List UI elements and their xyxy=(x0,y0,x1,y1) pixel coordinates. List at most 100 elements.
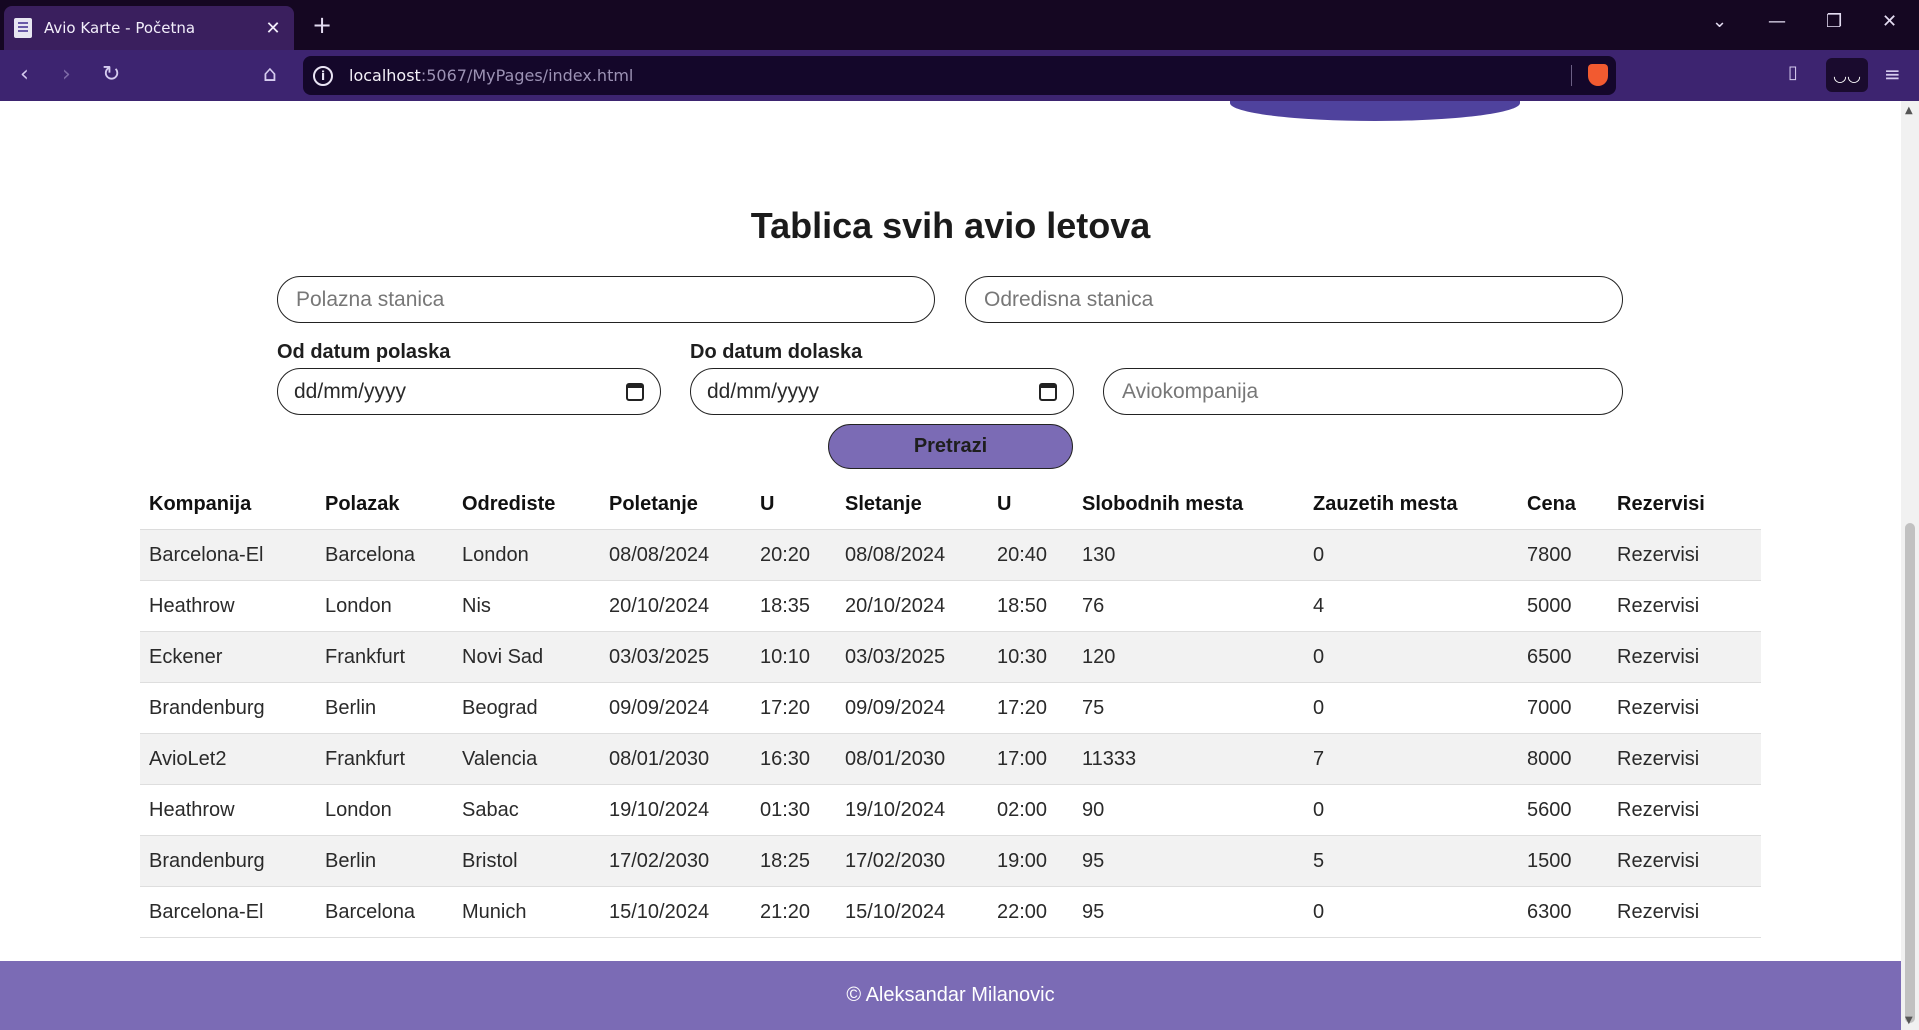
table-cell: Munich xyxy=(453,886,600,938)
table-cell: 90 xyxy=(1073,784,1304,836)
reserve-link[interactable]: Rezervisi xyxy=(1608,835,1761,887)
table-cell: 17/02/2030 xyxy=(836,835,988,887)
tab-title: Avio Karte - Početna xyxy=(44,19,196,37)
from-date-input[interactable]: dd/mm/yyyy xyxy=(277,368,661,415)
reserve-link[interactable]: Rezervisi xyxy=(1608,529,1761,581)
table-cell: Novi Sad xyxy=(453,631,600,683)
flights-table: Kompanija Polazak Odrediste Poletanje U … xyxy=(140,479,1761,938)
reserve-link[interactable]: Rezervisi xyxy=(1608,886,1761,938)
table-cell: 02:00 xyxy=(988,784,1073,836)
table-cell: London xyxy=(316,580,453,632)
calendar-icon[interactable] xyxy=(1039,382,1057,401)
close-icon[interactable]: ✕ xyxy=(1882,11,1897,32)
new-tab-button[interactable]: + xyxy=(312,11,332,39)
table-cell: 8000 xyxy=(1518,733,1608,785)
browser-tab[interactable]: Avio Karte - Početna ✕ xyxy=(4,6,294,50)
table-cell: 5600 xyxy=(1518,784,1608,836)
back-icon[interactable]: ‹ xyxy=(20,62,29,87)
page-scrollbar[interactable]: ▲ ▼ xyxy=(1901,101,1919,1030)
column-header: Poletanje xyxy=(600,479,751,530)
tab-close-icon[interactable]: ✕ xyxy=(262,18,284,39)
column-header: Cena xyxy=(1518,479,1608,530)
tab-list-icon[interactable]: ⌄ xyxy=(1712,11,1727,32)
airline-link[interactable]: Heathrow xyxy=(140,784,316,836)
url-host: localhost xyxy=(349,66,421,85)
column-header: U xyxy=(988,479,1073,530)
table-cell: 19/10/2024 xyxy=(600,784,751,836)
table-row: Heathrow London Sabac 19/10/2024 01:30 1… xyxy=(140,784,1761,836)
table-cell: 15/10/2024 xyxy=(836,886,988,938)
departure-input[interactable] xyxy=(294,286,918,313)
table-row: Brandenburg Berlin Beograd 09/09/2024 17… xyxy=(140,682,1761,734)
airline-input[interactable] xyxy=(1120,378,1606,405)
table-cell: 120 xyxy=(1073,631,1304,683)
airline-link[interactable]: Heathrow xyxy=(140,580,316,632)
scroll-down-icon[interactable]: ▼ xyxy=(1905,1015,1913,1026)
airline-link[interactable]: Brandenburg xyxy=(140,682,316,734)
to-date-input[interactable]: dd/mm/yyyy xyxy=(690,368,1074,415)
page-title: Tablica svih avio letova xyxy=(750,205,1151,246)
airline-link[interactable]: Barcelona-El xyxy=(140,529,316,581)
header-wave-decoration xyxy=(1230,101,1520,121)
table-cell: 17:20 xyxy=(751,682,836,734)
airline-link[interactable]: Eckener xyxy=(140,631,316,683)
reserve-link[interactable]: Rezervisi xyxy=(1608,733,1761,785)
table-cell: 0 xyxy=(1304,682,1518,734)
table-cell: 17:00 xyxy=(988,733,1073,785)
table-cell: 18:50 xyxy=(988,580,1073,632)
menu-icon[interactable]: ≡ xyxy=(1884,62,1901,86)
to-date-label: Do datum dolaska xyxy=(690,341,863,363)
table-row: Heathrow London Nis 20/10/2024 18:35 20/… xyxy=(140,580,1761,632)
table-cell: 0 xyxy=(1304,631,1518,683)
reload-icon[interactable]: ↻ xyxy=(102,62,120,87)
bookmark-icon[interactable]: ⌂ xyxy=(263,62,277,87)
search-button[interactable]: Pretrazi xyxy=(828,424,1073,469)
table-cell: Frankfurt xyxy=(316,733,453,785)
airline-link[interactable]: Barcelona-El xyxy=(140,886,316,938)
airline-link[interactable]: AvioLet2 xyxy=(140,733,316,785)
table-cell: 6500 xyxy=(1518,631,1608,683)
column-header: Odrediste xyxy=(453,479,600,530)
table-header-row: Kompanija Polazak Odrediste Poletanje U … xyxy=(140,479,1761,530)
column-header: Polazak xyxy=(316,479,453,530)
brave-shield-icon[interactable] xyxy=(1588,64,1608,86)
table-cell: 08/01/2030 xyxy=(836,733,988,785)
airline-link[interactable]: Brandenburg xyxy=(140,835,316,887)
reserve-link[interactable]: Rezervisi xyxy=(1608,631,1761,683)
table-cell: 75 xyxy=(1073,682,1304,734)
table-cell: 09/09/2024 xyxy=(600,682,751,734)
destination-field[interactable] xyxy=(965,276,1623,323)
departure-field[interactable] xyxy=(277,276,935,323)
page-favicon-icon xyxy=(14,18,32,38)
table-cell: 10:10 xyxy=(751,631,836,683)
page-viewport: Tablica svih avio letova Od datum polask… xyxy=(0,101,1901,1030)
scroll-up-icon[interactable]: ▲ xyxy=(1905,105,1913,116)
reader-icon[interactable]: ◡◡ xyxy=(1826,58,1868,92)
table-cell: Berlin xyxy=(316,682,453,734)
destination-input[interactable] xyxy=(982,286,1606,313)
calendar-icon[interactable] xyxy=(626,382,644,401)
airline-field[interactable] xyxy=(1103,368,1623,415)
table-cell: 22:00 xyxy=(988,886,1073,938)
table-cell: 20/10/2024 xyxy=(836,580,988,632)
table-cell: 7800 xyxy=(1518,529,1608,581)
minimize-icon[interactable]: — xyxy=(1768,11,1786,32)
column-header: Zauzetih mesta xyxy=(1304,479,1518,530)
sidebar-icon[interactable]: ▯ xyxy=(1788,62,1798,83)
table-cell: 6300 xyxy=(1518,886,1608,938)
table-cell: 20:20 xyxy=(751,529,836,581)
reserve-link[interactable]: Rezervisi xyxy=(1608,580,1761,632)
restore-icon[interactable]: ❐ xyxy=(1826,11,1842,32)
table-cell: Valencia xyxy=(453,733,600,785)
column-header: U xyxy=(751,479,836,530)
table-cell: 09/09/2024 xyxy=(836,682,988,734)
table-cell: Barcelona xyxy=(316,886,453,938)
site-info-icon[interactable]: i xyxy=(313,65,333,86)
scrollbar-thumb[interactable] xyxy=(1905,523,1915,1023)
reserve-link[interactable]: Rezervisi xyxy=(1608,784,1761,836)
reserve-link[interactable]: Rezervisi xyxy=(1608,682,1761,734)
table-cell: 7 xyxy=(1304,733,1518,785)
table-cell: 18:25 xyxy=(751,835,836,887)
forward-icon[interactable]: › xyxy=(62,62,71,87)
address-bar[interactable]: i localhost:5067/MyPages/index.html xyxy=(303,56,1616,95)
